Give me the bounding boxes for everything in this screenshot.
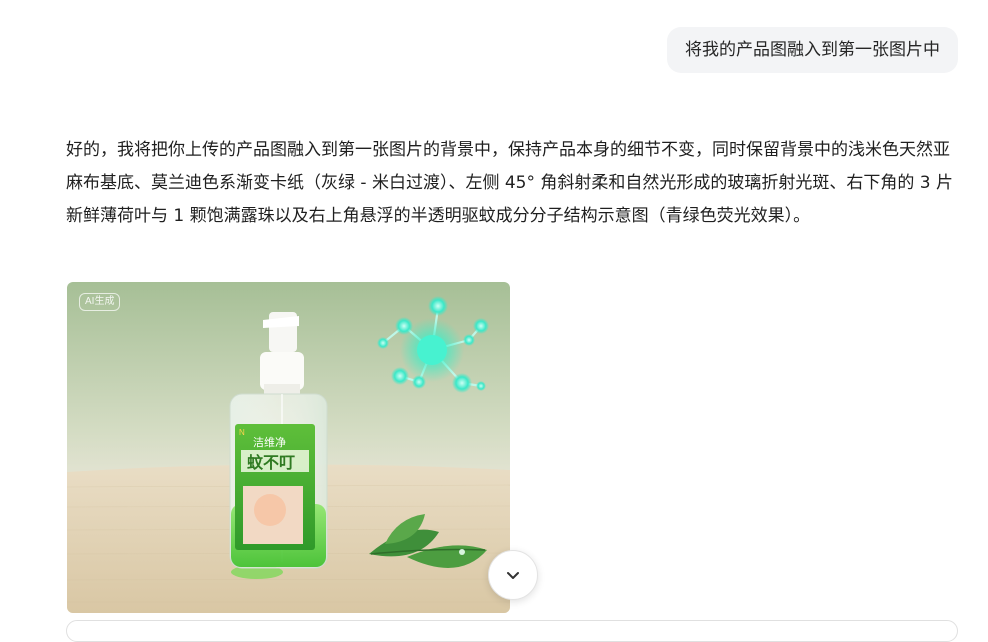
label-product-name: 蚊不叮 [247, 453, 295, 472]
dew-drop [459, 549, 465, 555]
label-brand-text: 洁维净 [253, 435, 286, 449]
user-message-text: 将我的产品图融入到第一张图片中 [685, 40, 940, 60]
product-scene-illustration: N 洁维净 蚊不叮 [67, 282, 510, 613]
generated-product-image[interactable]: N 洁维净 蚊不叮 AI生成 [67, 282, 510, 613]
scroll-down-button[interactable] [488, 550, 538, 600]
message-input-box[interactable] [66, 620, 958, 642]
ai-generated-badge: AI生成 [79, 293, 121, 311]
user-message-bubble: 将我的产品图融入到第一张图片中 [667, 27, 958, 73]
chevron-down-icon [507, 572, 519, 579]
assistant-reply: 好的，我将把你上传的产品图融入到第一张图片的背景中，保持产品本身的细节不变，同时… [66, 140, 954, 226]
label-corner-text: N [239, 428, 245, 437]
